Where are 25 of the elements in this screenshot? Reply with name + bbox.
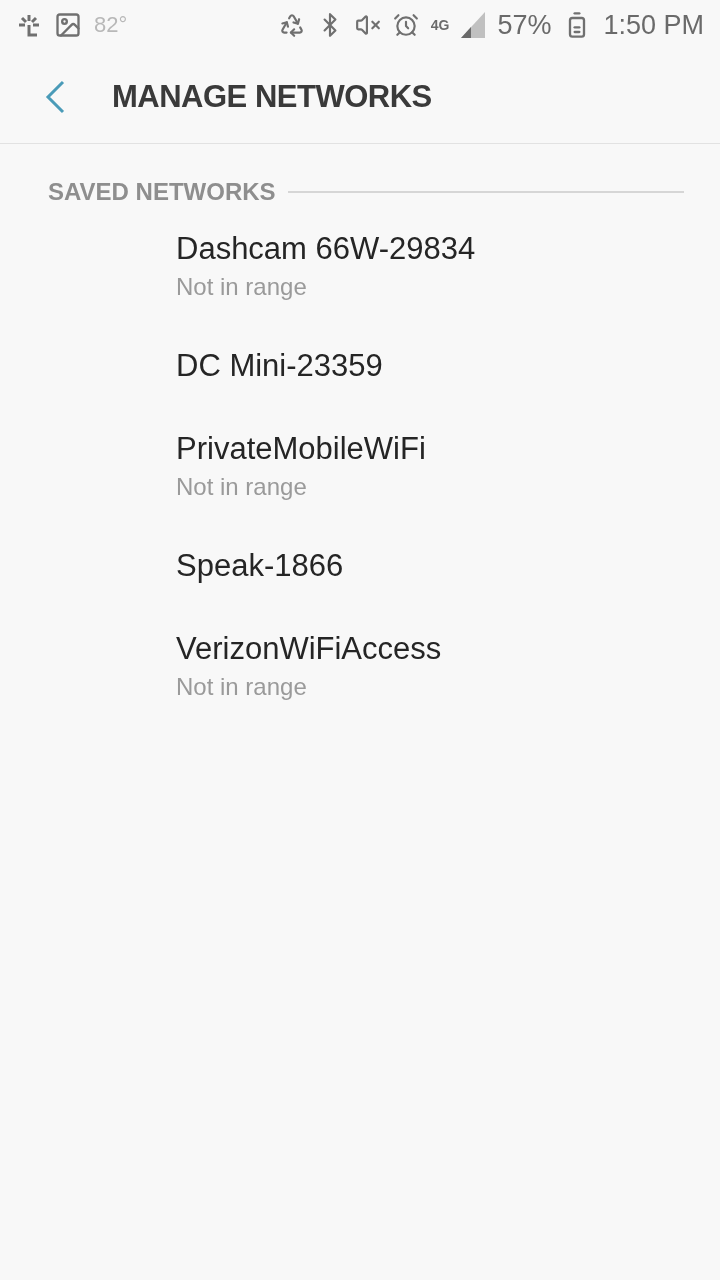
alarm-icon [392,12,419,38]
network-item[interactable]: DC Mini-23359 [0,323,720,406]
network-status: Not in range [176,672,308,702]
network-name: PrivateMobileWiFi [176,430,427,468]
network-item[interactable]: Speak-1866 [0,523,720,606]
image-icon [54,11,82,39]
signal-icon [461,12,486,38]
network-status: Not in range [176,472,308,502]
network-status: Not in range [176,272,308,302]
mute-icon [354,12,381,38]
network-name: DC Mini-23359 [176,347,384,385]
recycle-icon [278,12,305,38]
network-name: Dashcam 66W-29834 [176,230,477,268]
section-title: SAVED NETWORKS [48,178,276,206]
clock-time: 1:50 PM [603,9,704,41]
page-title: MANAGE NETWORKS [112,78,432,115]
battery-percent: 57% [497,9,552,41]
temperature-text: 82° [94,12,128,38]
network-type: 4G [430,17,450,33]
network-item[interactable]: VerizonWiFiAccess Not in range [0,606,720,723]
network-name: Speak-1866 [176,547,345,585]
network-name: VerizonWiFiAccess [176,630,443,668]
sparkle-icon [16,12,42,38]
network-item[interactable]: Dashcam 66W-29834 Not in range [0,206,720,323]
network-item[interactable]: PrivateMobileWiFi Not in range [0,406,720,523]
